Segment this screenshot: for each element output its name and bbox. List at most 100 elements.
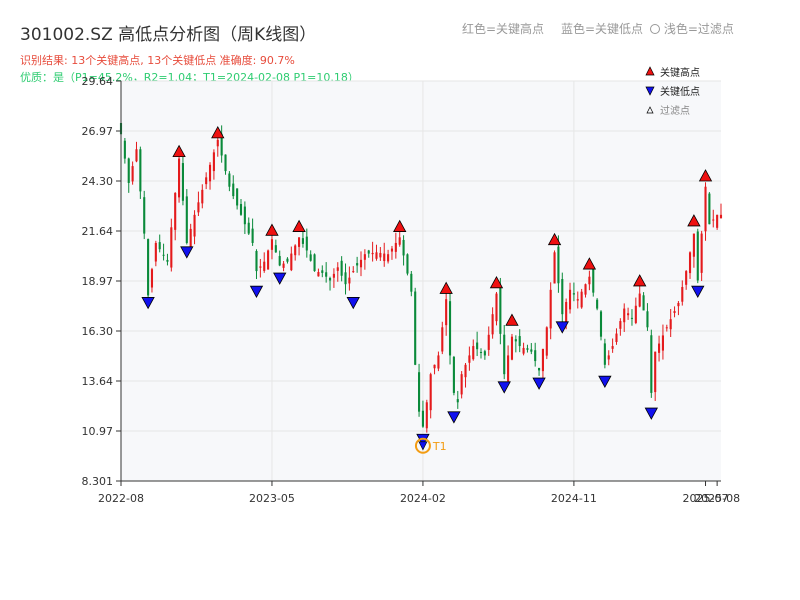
candle-body [634, 305, 637, 323]
candle-body [359, 259, 363, 268]
candle-body [681, 287, 684, 302]
candle-body [425, 402, 428, 429]
candle-body [658, 343, 661, 353]
candle-body [363, 254, 366, 260]
candle-body [642, 295, 645, 311]
candle-body [584, 284, 587, 295]
candle-body [197, 202, 200, 213]
candle-body [328, 278, 332, 281]
candle-body [576, 299, 579, 301]
candle-body [530, 349, 533, 352]
candle-body [387, 254, 390, 262]
candle-body [673, 311, 676, 313]
candle-body [445, 299, 448, 326]
candle-body [239, 204, 243, 215]
candle-body [247, 222, 250, 234]
candle-body [704, 186, 707, 232]
candle-body [456, 399, 459, 403]
candle-body [383, 253, 386, 262]
candle-body [263, 261, 266, 271]
x-tick-label: 2023-05 [249, 492, 295, 505]
candle-body [441, 327, 444, 352]
x-tick-label: 2022-08 [98, 492, 144, 505]
candle-body [158, 242, 161, 250]
x-tick-label: 2025-08 [694, 492, 740, 505]
candle-body [472, 346, 475, 360]
candle-body [162, 254, 165, 256]
candle-body [507, 355, 510, 382]
candle-body [433, 364, 436, 369]
candle-body [685, 271, 688, 285]
candle-body [406, 254, 409, 274]
candle-body [301, 238, 304, 244]
candle-body [526, 348, 529, 350]
candle-body [421, 410, 424, 427]
candle-body [503, 334, 506, 375]
candle-body [627, 313, 630, 316]
candle-body [379, 252, 382, 258]
y-tick-label: 18.97 [82, 275, 114, 288]
candle-body [483, 351, 486, 356]
candle-body [344, 272, 347, 285]
candle-body [243, 206, 246, 225]
t1-label: T1 [432, 440, 447, 453]
legend-high-icon [645, 66, 655, 76]
candle-body [228, 173, 231, 187]
candle-body [267, 250, 270, 270]
candle-body [127, 158, 130, 183]
candle-body [522, 347, 525, 354]
candle-body [538, 367, 541, 371]
candle-body [414, 291, 417, 365]
candle-body [495, 293, 498, 322]
candle-body [290, 253, 293, 271]
candle-body [561, 279, 564, 315]
candle-body [394, 242, 397, 252]
candle-body [131, 166, 134, 182]
y-tick-label: 8.301 [82, 475, 114, 488]
candle-body [352, 271, 355, 273]
candle-body [332, 273, 335, 278]
candle-body [615, 333, 618, 343]
candle-body [696, 231, 699, 281]
y-tick-label: 26.97 [82, 125, 114, 138]
candle-body [135, 149, 138, 162]
candle-body [143, 197, 146, 234]
candle-body [418, 372, 421, 412]
candle-body [603, 343, 606, 365]
candle-body [236, 188, 239, 206]
candle-body [719, 214, 723, 219]
candle-body [298, 237, 301, 247]
candle-body [340, 260, 343, 276]
candle-body [437, 355, 440, 369]
candle-body [448, 301, 452, 356]
candle-body [208, 164, 212, 182]
candle-body [348, 277, 351, 284]
candle-body [716, 214, 719, 228]
legend-label: 过滤点 [660, 104, 690, 117]
y-tick-label: 16.30 [82, 325, 114, 338]
candlestick-chart: 8.301 10.97 13.64 16.30 18.97 21.64 24.30 26.97… [82, 66, 741, 505]
candle-body [541, 348, 544, 372]
candle-body [549, 289, 552, 329]
y-tick-label: 13.64 [82, 375, 114, 388]
candle-body [630, 317, 634, 319]
candle-body [592, 269, 595, 293]
candle-body [580, 291, 583, 308]
candle-body [476, 342, 479, 350]
candle-body [429, 374, 432, 411]
candle-body [367, 250, 370, 254]
candle-body [139, 149, 142, 192]
candle-body [255, 250, 258, 272]
candle-body [294, 245, 297, 256]
candle-body [588, 276, 591, 285]
candle-body [251, 228, 254, 243]
candle-body [212, 152, 215, 172]
candle-body [398, 237, 401, 245]
candle-body [282, 263, 285, 268]
candle-body [510, 336, 514, 360]
candle-body [638, 293, 641, 307]
y-tick-label: 10.97 [82, 425, 114, 438]
candle-body [286, 258, 289, 262]
candle-body [356, 263, 359, 266]
candle-body [623, 308, 626, 323]
